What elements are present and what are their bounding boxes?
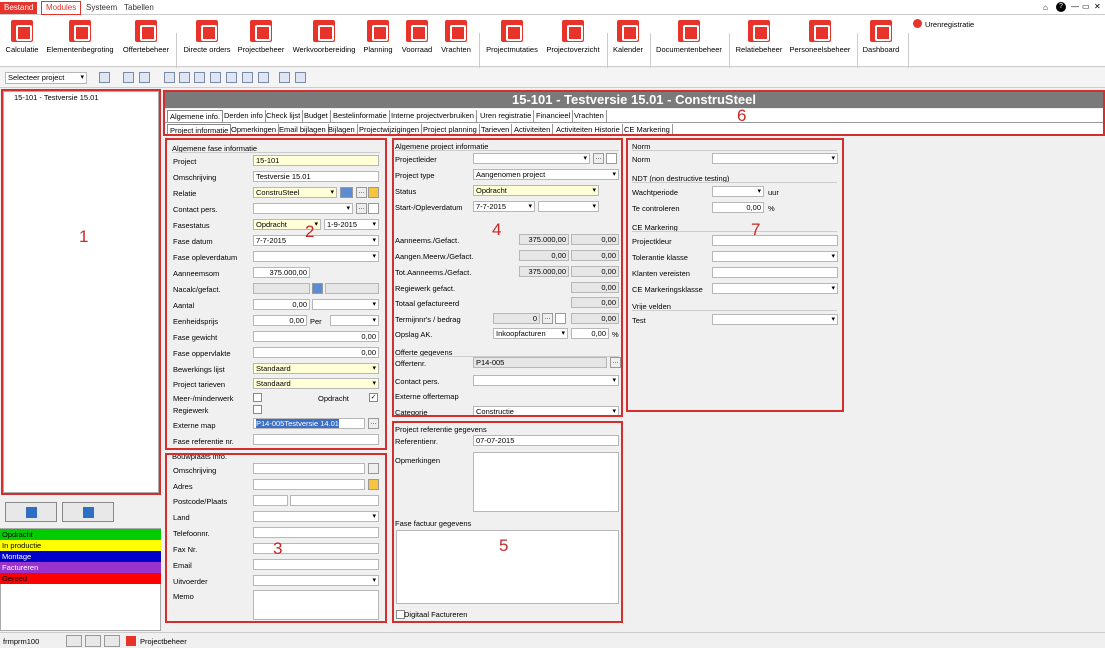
ribbon-projectmutaties[interactable]: Projectmutaties [483,18,541,66]
annotation-box-5 [392,421,623,623]
overview-icon [562,20,584,42]
ribbon: Calculatie Elementenbegroting Offertebeh… [0,15,1105,78]
search-icon[interactable] [85,635,101,647]
relations-icon [748,20,770,42]
calculator-icon [11,20,33,42]
ribbon-elementenbegroting[interactable]: Elementenbegroting [45,18,115,66]
help-icon[interactable]: ? [1056,2,1066,12]
calculator-small-icon[interactable] [258,72,269,83]
gears-icon [250,20,272,42]
urenregistratie-link[interactable]: Urenregistratie [925,20,974,29]
preview-icon[interactable] [279,72,290,83]
ribbon-werkvoorbereiding[interactable]: Werkvoorbereiding [291,18,357,66]
hand-icon[interactable] [104,635,120,647]
ribbon-relatiebeheer[interactable]: Relatiebeheer [733,18,785,66]
ribbon-calculatie[interactable]: Calculatie [3,18,41,66]
briefcase-icon [135,20,157,42]
annotation-label-7: 7 [751,220,761,239]
planning-icon [367,20,389,42]
annotation-label-4: 4 [492,220,502,239]
toolbar: Selecteer project [0,68,1105,88]
annotation-label-2: 2 [305,222,315,241]
report-icon[interactable] [179,72,190,83]
annotation-label-6: 6 [737,106,747,125]
excel-icon[interactable] [194,72,205,83]
annotation-box-6 [163,90,1105,136]
status-module[interactable]: Projectbeheer [140,637,187,646]
clock-icon [913,19,922,28]
document-icon [196,20,218,42]
status-bar: frmprm100 Projectbeheer [0,632,1105,648]
ribbon-voorraad[interactable]: Voorraad [399,18,435,66]
annotation-box-7 [626,138,844,412]
save-icon[interactable] [123,72,134,83]
legend-opdracht: Opdracht [0,529,161,540]
ribbon-kalender[interactable]: Kalender [611,18,645,66]
minimize-icon[interactable]: — [1071,2,1079,11]
move-down-button[interactable] [62,502,114,522]
legend-montage: Montage [0,551,161,562]
ribbon-vrachten[interactable]: Vrachten [438,18,474,66]
move-up-button[interactable] [5,502,57,522]
ribbon-dashboard[interactable]: Dashboard [861,18,901,66]
people-icon [809,20,831,42]
mail-icon[interactable] [226,72,237,83]
restore-icon[interactable]: ▭ [1082,2,1090,11]
documents-icon [678,20,700,42]
legend-gereed: Gereed [0,573,161,584]
ribbon-offertebeheer[interactable]: Offertebeheer [120,18,172,66]
annotation-label-3: 3 [273,539,283,558]
annotation-box-3 [165,453,387,623]
calendar-icon [617,20,639,42]
annotation-box-2 [165,138,387,450]
ribbon-directe-orders[interactable]: Directe orders [181,18,233,66]
mutations-icon [501,20,523,42]
menu-systeem[interactable]: Systeem [82,2,121,14]
euro-icon[interactable] [139,72,150,83]
warehouse-icon [406,20,428,42]
menu-modules[interactable]: Modules [41,1,82,15]
calculator-icon [69,20,91,42]
truck-icon [445,20,467,42]
ribbon-planning[interactable]: Planning [360,18,396,66]
legend-in-productie: In productie [0,540,161,551]
projectbeheer-icon [126,636,136,646]
new-icon[interactable] [99,72,110,83]
arrow-down-icon [83,507,94,518]
close-icon[interactable]: ✕ [1094,2,1101,11]
arrow-up-icon [26,507,37,518]
legend-factureren: Factureren [0,562,161,573]
menu-bestand[interactable]: Bestand [0,2,38,14]
dashboard-icon [870,20,892,42]
menu-bar: Bestand Modules Systeem Tabellen ⌂ ? — ▭… [0,0,1105,15]
annotation-box-4 [392,138,623,417]
ribbon-projectoverzicht[interactable]: Projectoverzicht [544,18,602,66]
ribbon-personeelsbeheer[interactable]: Personeelsbeheer [788,18,852,66]
ribbon-projectbeheer[interactable]: Projectbeheer [236,18,286,66]
menu-tabellen[interactable]: Tabellen [120,2,158,14]
annotation-label-5: 5 [499,536,509,555]
structure-icon[interactable] [164,72,175,83]
print-icon[interactable] [295,72,306,83]
home-icon[interactable]: ⌂ [1043,3,1048,12]
user-icon[interactable] [66,635,82,647]
annotation-label-1: 1 [79,227,89,246]
select-project-dropdown[interactable]: Selecteer project [5,72,87,84]
annotation-box-1 [1,89,161,495]
ribbon-documentenbeheer[interactable]: Documentenbeheer [654,18,724,66]
status-user: frmprm100 [3,637,40,646]
filter-icon[interactable] [210,72,221,83]
list-icon[interactable] [242,72,253,83]
gears-icon [313,20,335,42]
